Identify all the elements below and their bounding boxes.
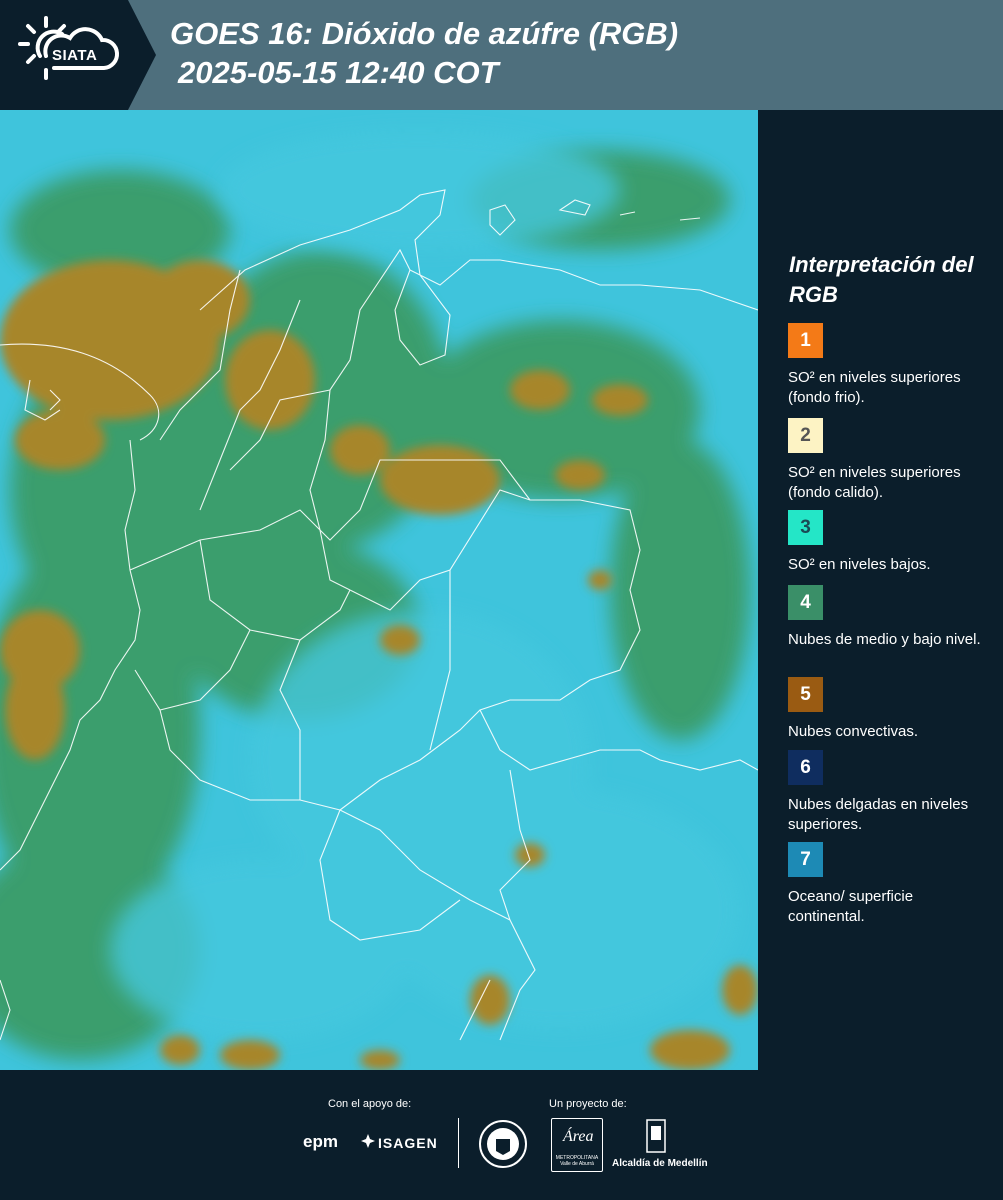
legend-label: SO² en niveles bajos.	[788, 556, 931, 573]
legend-swatch: 6	[788, 750, 823, 785]
alcaldia-logo-text[interactable]: Alcaldía de Medellín	[612, 1158, 708, 1169]
legend-label: Oceano/ superficie continental.	[788, 888, 914, 925]
footer-bar: Con el apoyo de: Un proyecto de: epm ISA…	[0, 1070, 1003, 1200]
legend-swatch: 2	[788, 418, 823, 453]
legend-label: SO² en niveles superiores (fondo frio).	[788, 369, 961, 406]
header-bar: SIATA GOES 16: Dióxido de azúfre (RGB) 2…	[0, 0, 1003, 110]
legend-swatch: 7	[788, 842, 823, 877]
siata-logo-text: SIATA	[52, 47, 98, 64]
legend-label: Nubes delgadas en niveles superiores.	[788, 796, 969, 833]
legend-item-7: 7 Oceano/ superficie continental.	[788, 842, 988, 927]
satellite-image	[0, 110, 758, 1070]
legend-item-3: 3 SO² en niveles bajos.	[788, 510, 988, 575]
satellite-map[interactable]	[0, 110, 758, 1070]
isagen-icon	[361, 1134, 375, 1148]
page-title: GOES 16: Dióxido de azúfre (RGB)	[170, 16, 679, 51]
logo-arrow-decoration	[128, 0, 156, 110]
legend-item-4: 4 Nubes de medio y bajo nivel.	[788, 585, 988, 650]
legend-swatch: 1	[788, 323, 823, 358]
epm-logo[interactable]: epm	[303, 1132, 338, 1152]
area-logo-text: Área	[563, 1128, 594, 1145]
isagen-logo[interactable]: ISAGEN	[378, 1135, 438, 1151]
page-timestamp: 2025-05-15 12:40 COT	[178, 55, 499, 90]
legend-label: Nubes convectivas.	[788, 723, 919, 740]
legend-panel: Interpretación del RGB 1 SO² en niveles …	[758, 110, 1003, 1070]
siata-logo[interactable]: SIATA	[0, 0, 128, 110]
legend-item-5: 5 Nubes convectivas.	[788, 677, 988, 742]
legend-title: Interpretación del RGB	[789, 252, 974, 307]
area-logo-subtext: METROPOLITANA Valle de Aburrá	[555, 1155, 599, 1167]
project-label: Un proyecto de:	[549, 1098, 627, 1110]
legend-swatch: 4	[788, 585, 823, 620]
support-label: Con el apoyo de:	[328, 1098, 412, 1110]
legend-label: Nubes de medio y bajo nivel.	[788, 631, 981, 648]
legend-item-6: 6 Nubes delgadas en niveles superiores.	[788, 750, 988, 835]
legend-swatch: 5	[788, 677, 823, 712]
legend-swatch: 3	[788, 510, 823, 545]
footer-divider	[458, 1118, 459, 1168]
university-seal-icon[interactable]	[478, 1119, 528, 1169]
legend-label: SO² en niveles superiores (fondo calido)…	[788, 464, 961, 501]
legend-item-1: 1 SO² en niveles superiores (fondo frio)…	[788, 323, 988, 408]
legend-item-2: 2 SO² en niveles superiores (fondo calid…	[788, 418, 988, 503]
alcaldia-shield-icon[interactable]	[645, 1118, 667, 1154]
